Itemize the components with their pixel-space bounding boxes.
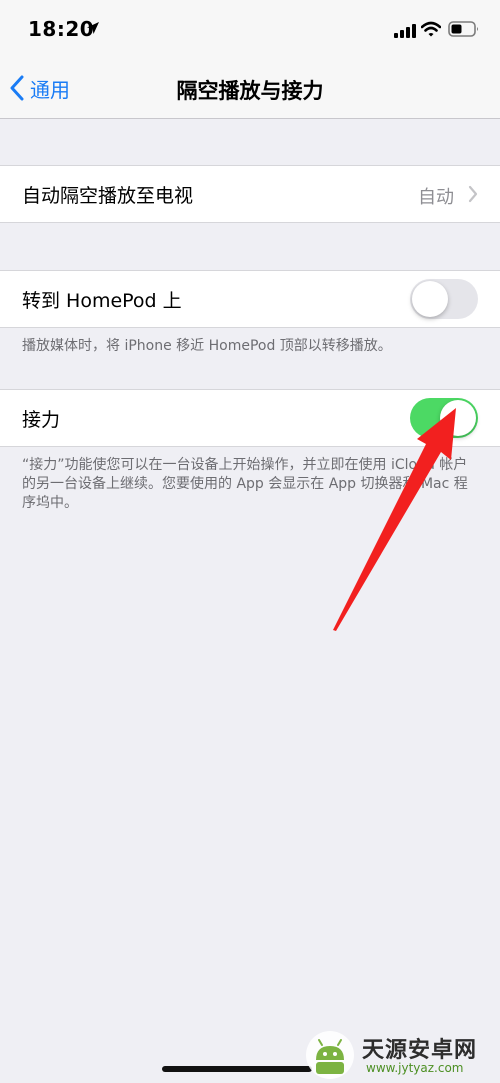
airplay-to-tv-row[interactable]: 自动隔空播放至电视 自动 <box>0 165 500 223</box>
watermark-url: www.jytyaz.com <box>366 1061 464 1075</box>
watermark-title: 天源安卓网 <box>362 1038 478 1063</box>
toggle-knob <box>412 281 448 317</box>
handoff-toggle[interactable] <box>410 398 478 438</box>
battery-icon <box>448 21 478 37</box>
toggle-knob <box>440 400 476 436</box>
cellular-signal-icon <box>394 24 416 38</box>
status-time: 18:20 <box>28 17 95 41</box>
handoff-footnote: “接力”功能使您可以在一台设备上开始操作，并立即在使用 iCloud 帐户的另一… <box>22 457 468 511</box>
navigation-bar: 通用 隔空播放与接力 <box>0 58 500 119</box>
handoff-label: 接力 <box>22 409 61 431</box>
handoff-row: 接力 <box>0 389 500 447</box>
page-title: 隔空播放与接力 <box>176 79 324 103</box>
homepod-toggle[interactable] <box>410 279 478 319</box>
site-watermark: 天源安卓网 www.jytyaz.com <box>302 1030 492 1080</box>
homepod-footnote: 播放媒体时，将 iPhone 移近 HomePod 顶部以转移播放。 <box>22 338 392 354</box>
annotation-arrow <box>333 408 456 631</box>
homepod-row: 转到 HomePod 上 <box>0 270 500 328</box>
wifi-icon <box>421 21 441 37</box>
location-arrow-icon <box>87 22 99 34</box>
home-indicator <box>162 1066 312 1072</box>
airplay-to-tv-value: 自动 <box>418 187 454 208</box>
status-bar: 18:20 <box>0 0 500 58</box>
airplay-to-tv-label: 自动隔空播放至电视 <box>22 185 194 207</box>
homepod-label: 转到 HomePod 上 <box>22 290 182 312</box>
chevron-right-icon <box>468 185 478 203</box>
android-logo-icon <box>306 1031 354 1079</box>
